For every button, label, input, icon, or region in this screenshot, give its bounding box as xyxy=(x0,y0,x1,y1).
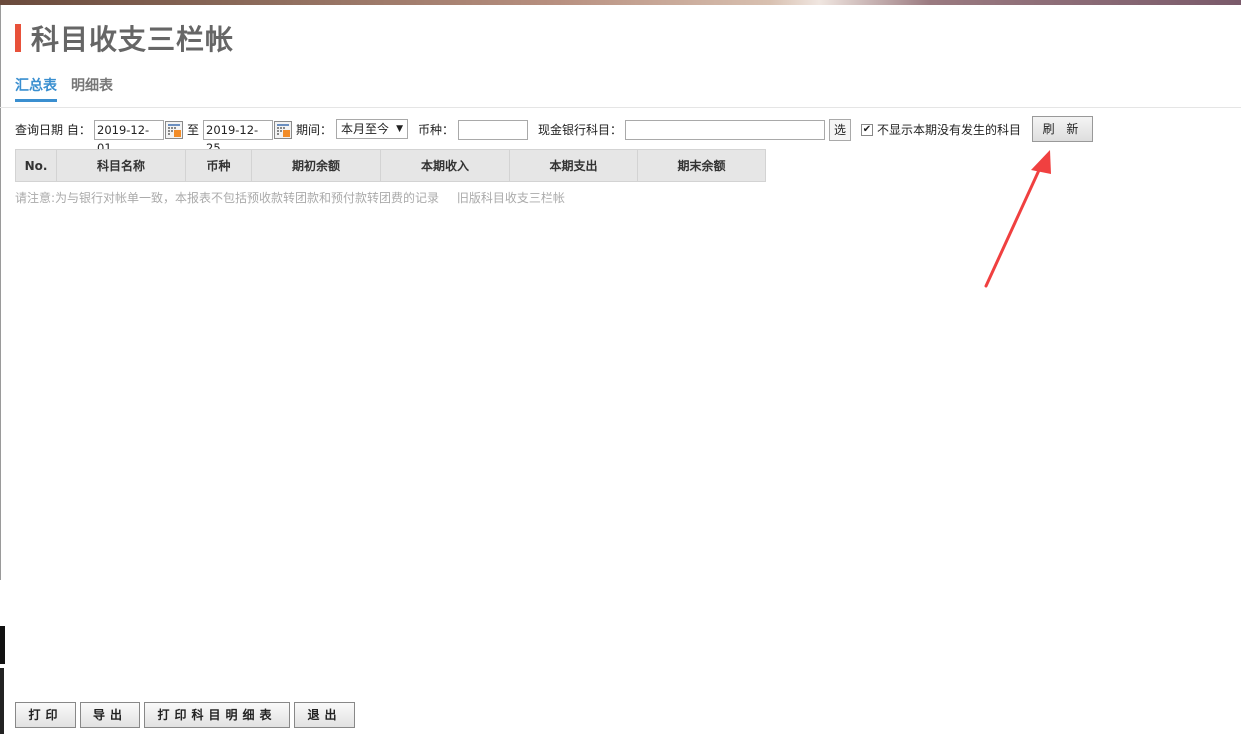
summary-table: No. 科目名称 币种 期初余额 本期收入 本期支出 期末余额 xyxy=(15,149,766,182)
tab-detail[interactable]: 明细表 xyxy=(71,72,113,108)
left-window-edge xyxy=(0,626,5,664)
annotation-arrow-icon xyxy=(984,150,1051,288)
date-from-input[interactable]: 2019-12-01 xyxy=(94,120,164,155)
period-select[interactable]: 本月至今 ▼ xyxy=(336,119,408,139)
export-button[interactable]: 导出 xyxy=(80,702,140,728)
column-header-period-income[interactable]: 本期收入 xyxy=(380,149,510,182)
calendar-icon[interactable] xyxy=(165,121,183,139)
top-banner-strip xyxy=(0,0,1241,5)
date-to-input[interactable]: 2019-12-25 xyxy=(203,120,273,155)
old-version-link[interactable]: 旧版科目收支三栏帐 xyxy=(457,191,565,205)
hide-empty-checkbox[interactable]: ✔ xyxy=(861,124,873,136)
pick-account-button[interactable]: 选 xyxy=(829,119,851,141)
account-label: 现金银行科目： xyxy=(538,123,623,137)
tab-bar: 汇总表 明细表 xyxy=(15,72,127,108)
arrow-shaft xyxy=(984,166,1042,288)
dropdown-arrow-icon: ▼ xyxy=(396,124,403,134)
left-window-edge-lower xyxy=(0,668,4,734)
filter-bar: 查询日期 自： 2019-12-01 至 2019-12-25 期间： 本月至今… xyxy=(15,116,1115,155)
column-header-opening-balance[interactable]: 期初余额 xyxy=(251,149,381,182)
column-header-closing-balance[interactable]: 期末余额 xyxy=(637,149,766,182)
refresh-button[interactable]: 刷 新 xyxy=(1032,116,1093,142)
date-to-label: 至 xyxy=(187,123,200,137)
currency-label: 币种： xyxy=(418,123,455,137)
title-accent-bar xyxy=(15,24,21,52)
hide-empty-label: 不显示本期没有发生的科目 xyxy=(877,123,1022,137)
column-header-currency[interactable]: 币种 xyxy=(185,149,252,182)
table-header-row: No. 科目名称 币种 期初余额 本期收入 本期支出 期末余额 xyxy=(15,149,766,182)
print-detail-button[interactable]: 打印科目明细表 xyxy=(144,702,290,728)
footer-toolbar: 打印 导出 打印科目明细表 退出 xyxy=(15,702,359,728)
period-label: 期间： xyxy=(296,123,333,137)
date-from-label: 查询日期 自： xyxy=(15,123,91,137)
arrow-head xyxy=(1031,150,1051,174)
tab-summary[interactable]: 汇总表 xyxy=(15,72,57,102)
column-header-period-expense[interactable]: 本期支出 xyxy=(509,149,638,182)
tab-divider xyxy=(0,107,1241,108)
page-title: 科目收支三栏帐 xyxy=(31,23,235,56)
period-select-value: 本月至今 xyxy=(341,122,390,136)
page-header: 科目收支三栏帐 xyxy=(15,22,234,56)
column-header-account-name[interactable]: 科目名称 xyxy=(56,149,186,182)
account-input[interactable] xyxy=(625,120,825,140)
note-text: 请注意:为与银行对帐单一致，本报表不包括预收款转团款和预付款转团费的记录 xyxy=(15,191,440,205)
currency-input[interactable] xyxy=(458,120,528,140)
column-header-no[interactable]: No. xyxy=(15,149,57,182)
exit-button[interactable]: 退出 xyxy=(294,702,355,728)
calendar-icon[interactable] xyxy=(274,121,292,139)
left-frame-border xyxy=(0,5,1,580)
report-note: 请注意:为与银行对帐单一致，本报表不包括预收款转团款和预付款转团费的记录 旧版科… xyxy=(15,189,565,206)
print-button[interactable]: 打印 xyxy=(15,702,76,728)
